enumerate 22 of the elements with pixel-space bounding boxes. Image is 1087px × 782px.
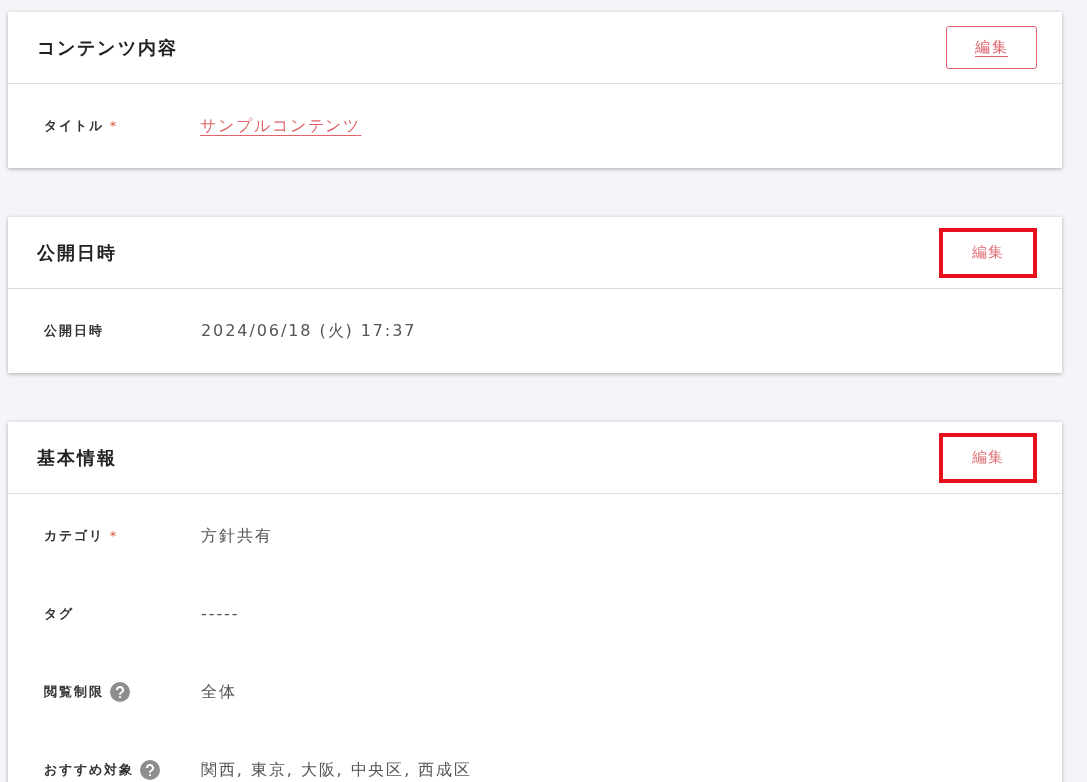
card-title: コンテンツ内容 [37, 36, 179, 60]
field-label: タイトル [44, 117, 104, 136]
field-value: 関西, 東京, 大阪, 中央区, 西成区 [201, 759, 473, 781]
field-value: ----- [201, 603, 240, 625]
field-value: 方針共有 [201, 525, 273, 547]
edit-button[interactable]: 編集 [946, 26, 1037, 69]
field-label: おすすめ対象 [44, 761, 134, 780]
edit-button[interactable]: 編集 [939, 227, 1037, 278]
help-icon[interactable] [139, 760, 160, 780]
card-title: 公開日時 [37, 241, 118, 265]
title-link[interactable]: サンプルコンテンツ [200, 114, 362, 138]
field-label: 公開日時 [44, 322, 104, 341]
field-label: カテゴリ [44, 527, 104, 546]
card-title: 基本情報 [37, 446, 118, 470]
field-value: 2024/06/18 (火) 17:37 [201, 320, 417, 342]
field-value: 全体 [201, 681, 237, 703]
field-label: タグ [44, 605, 74, 624]
field-label: 閲覧制限 [44, 683, 104, 702]
help-icon[interactable] [109, 682, 130, 702]
edit-button[interactable]: 編集 [939, 432, 1037, 483]
required-mark: * [109, 117, 117, 136]
required-mark: * [109, 527, 117, 546]
